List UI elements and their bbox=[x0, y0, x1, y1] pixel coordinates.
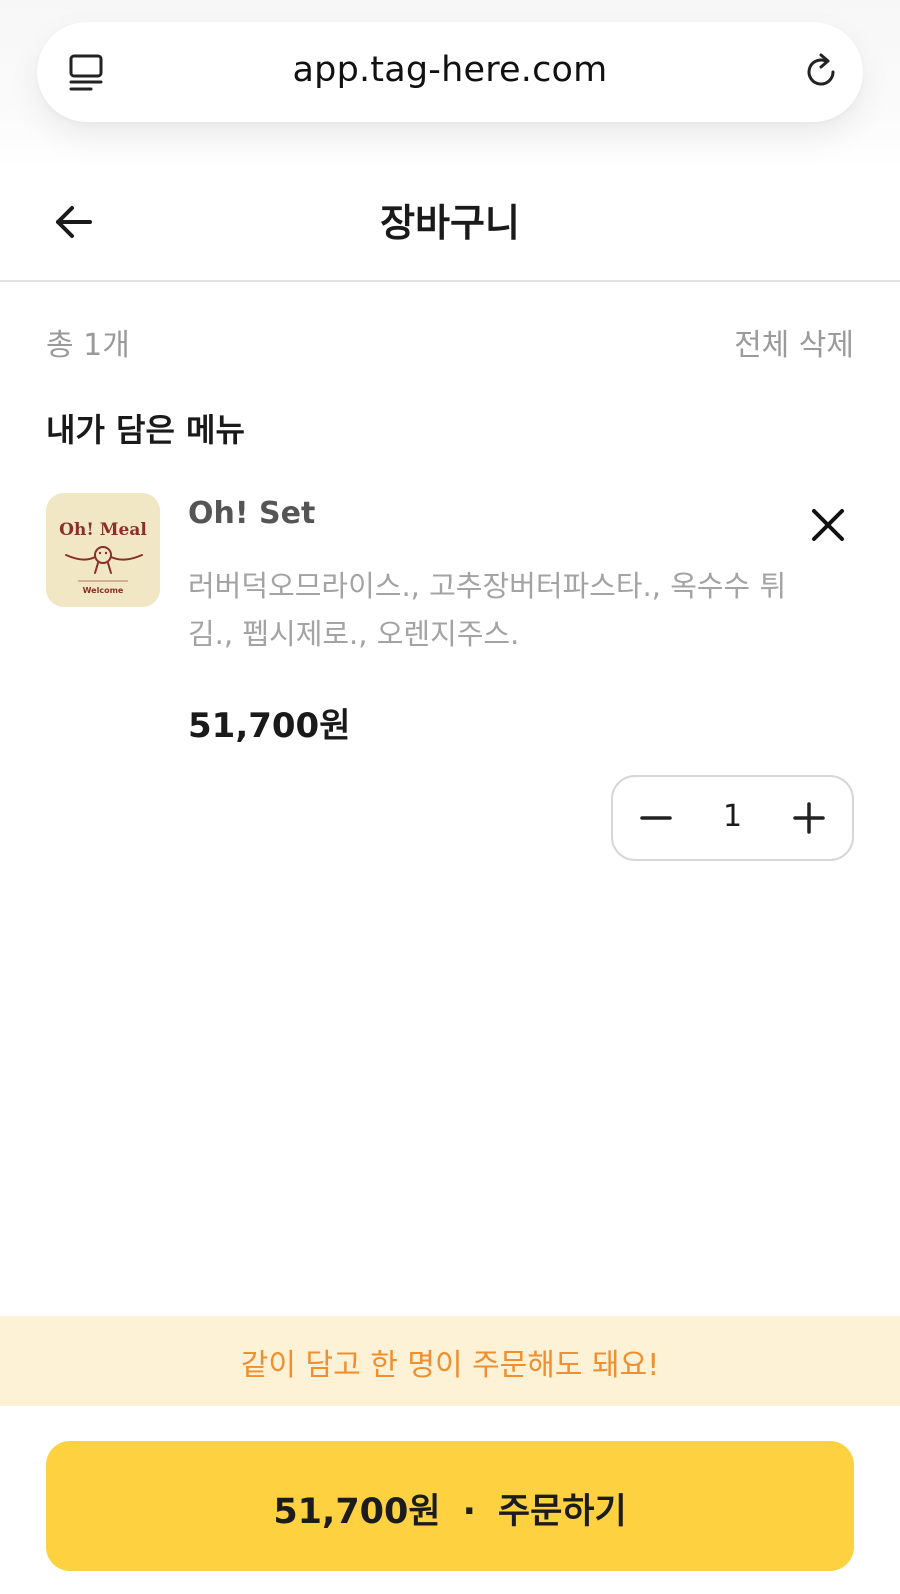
plus-icon[interactable] bbox=[790, 799, 828, 837]
banner-text: 같이 담고 한 명이 주문해도 돼요! bbox=[240, 1348, 660, 1383]
separator-dot: · bbox=[462, 1492, 476, 1532]
menu-options: 러버덕오므라이스., 고추장버터파스타., 옥수수 튀김., 펩시제로., 오렌… bbox=[188, 569, 787, 651]
address-bar[interactable]: app.tag-here.com bbox=[37, 22, 863, 122]
quantity-stepper: 1 bbox=[611, 775, 854, 861]
order-button-label: 51,700원 · 주문하기 bbox=[273, 1483, 626, 1534]
logo-text: Oh! Meal bbox=[59, 520, 147, 540]
order-button[interactable]: 51,700원 · 주문하기 bbox=[46, 1441, 854, 1571]
group-order-banner: 같이 담고 한 명이 주문해도 돼요! bbox=[0, 1316, 900, 1406]
delete-all-button[interactable]: 전체 삭제 bbox=[734, 320, 854, 364]
menu-thumbnail: Oh! Meal Welcome bbox=[46, 493, 160, 607]
order-total: 51,700원 bbox=[273, 1492, 441, 1532]
cart-summary: 총 1개 전체 삭제 bbox=[46, 320, 854, 364]
oh-meal-logo: Oh! Meal Welcome bbox=[46, 493, 160, 607]
browser-toolbar: app.tag-here.com bbox=[0, 0, 900, 170]
reload-icon[interactable] bbox=[801, 52, 841, 92]
menu-name: Oh! Set bbox=[188, 496, 316, 531]
logo-tagline: Welcome bbox=[83, 586, 124, 595]
cart-page: app.tag-here.com 장바구니 총 1개 전체 삭제 내가 담은 메… bbox=[0, 0, 900, 1594]
section-title: 내가 담은 메뉴 bbox=[46, 411, 245, 449]
menu-price: 51,700원 bbox=[188, 706, 351, 746]
total-count: 총 1개 bbox=[46, 328, 130, 363]
page-title: 장바구니 bbox=[380, 201, 520, 245]
order-action-label: 주문하기 bbox=[497, 1492, 627, 1532]
close-icon[interactable] bbox=[808, 505, 848, 545]
url-text[interactable]: app.tag-here.com bbox=[37, 50, 863, 90]
app-header: 장바구니 bbox=[0, 178, 900, 282]
